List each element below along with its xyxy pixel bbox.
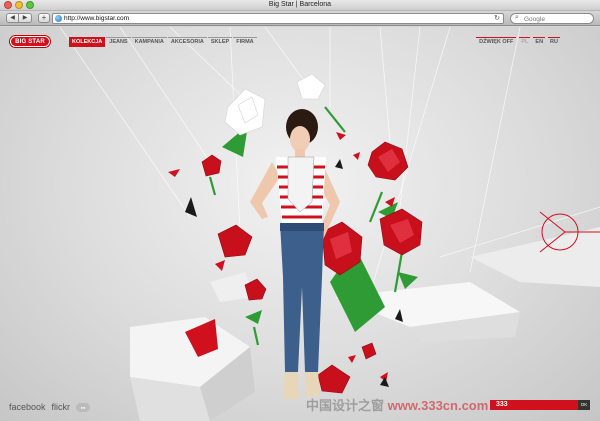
language-en[interactable]: EN <box>533 37 546 47</box>
window-title: Big Star | Barcelona <box>268 1 332 8</box>
web-page: BIG STAR KOLEKCJA JEANS KAMPANIA AKCESOR… <box>0 27 600 421</box>
facebook-link[interactable]: facebook <box>9 402 46 412</box>
main-navigation: KOLEKCJA JEANS KAMPANIA AKCESORIA SKLEP … <box>69 37 257 47</box>
plus-icon: + <box>41 13 47 22</box>
geometric-platforms <box>130 227 600 421</box>
watermark-text-cn: 中国设计之窗 <box>306 398 385 413</box>
nav-item-akcesoria[interactable]: AKCESORIA <box>167 37 207 47</box>
window-titlebar: Big Star | Barcelona <box>0 0 600 11</box>
browser-toolbar: ◀ ▶ + http://www.bigstar.com ↻ ⌕ <box>0 11 600 26</box>
counter-value: 333 <box>496 401 508 408</box>
watermark-url: www.333cn.com <box>387 398 489 413</box>
nav-item-firma[interactable]: FIRMA <box>233 37 257 47</box>
forward-button[interactable]: ▶ <box>19 13 32 23</box>
nav-item-kolekcja[interactable]: KOLEKCJA <box>69 37 106 47</box>
language-ru[interactable]: RU <box>548 37 560 47</box>
utility-navigation: DŹWIĘK OFF PL EN RU <box>476 37 560 47</box>
nav-item-kampania[interactable]: KAMPANIA <box>131 37 167 47</box>
search-input[interactable] <box>524 15 590 23</box>
back-button[interactable]: ◀ <box>6 13 19 23</box>
forward-arrow-icon: ▶ <box>22 15 28 21</box>
social-links: facebook flickr ●● <box>9 402 91 412</box>
language-pl[interactable]: PL <box>519 37 531 47</box>
counter-widget: 333 OK <box>490 400 590 410</box>
globe-icon <box>55 15 62 22</box>
nav-item-jeans[interactable]: JEANS <box>106 37 131 47</box>
back-arrow-icon: ◀ <box>10 15 15 21</box>
reload-icon[interactable]: ↻ <box>494 14 500 22</box>
sound-toggle[interactable]: DŹWIĘK OFF <box>476 37 517 47</box>
add-bookmark-button[interactable]: + <box>38 13 50 23</box>
counter-ok-button[interactable]: OK <box>578 400 590 410</box>
watermark: 中国设计之窗 www.333cn.com <box>306 395 488 414</box>
campaign-scene <box>59 27 600 421</box>
address-bar[interactable]: http://www.bigstar.com ↻ <box>52 13 504 24</box>
nav-item-sklep[interactable]: SKLEP <box>207 37 233 47</box>
url-text[interactable]: http://www.bigstar.com <box>64 15 129 22</box>
history-buttons: ◀ ▶ <box>6 13 32 23</box>
big-star-logo[interactable]: BIG STAR <box>10 36 50 47</box>
flickr-link[interactable]: flickr <box>52 402 71 412</box>
search-bar[interactable]: ⌕ <box>510 13 594 24</box>
flickr-badge-icon[interactable]: ●● <box>76 402 91 412</box>
search-icon: ⌕ <box>515 14 519 21</box>
